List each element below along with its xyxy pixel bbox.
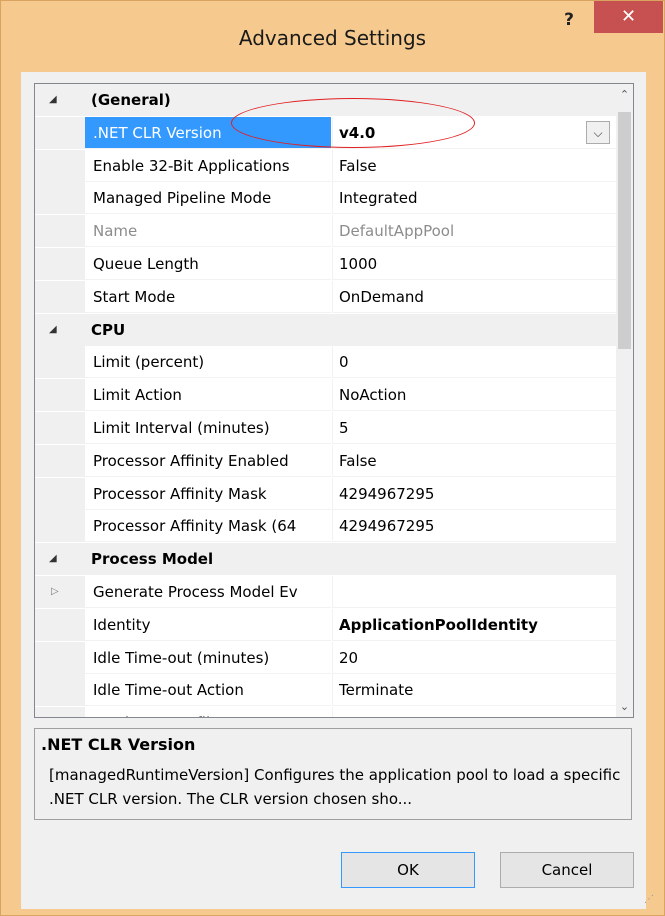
property-name[interactable]: Limit (percent): [85, 346, 331, 379]
property-row[interactable]: Name DefaultAppPool: [35, 215, 616, 248]
description-title: .NET CLR Version: [41, 735, 196, 754]
collapse-arrow-icon[interactable]: ◢: [49, 84, 57, 116]
property-value[interactable]: False: [332, 444, 616, 477]
property-name[interactable]: Start Mode: [85, 281, 331, 313]
collapse-arrow-icon[interactable]: ◢: [49, 543, 57, 575]
property-name[interactable]: Processor Affinity Mask (64: [85, 510, 331, 543]
property-name[interactable]: Idle Time-out Action: [85, 674, 331, 707]
property-value[interactable]: 20: [332, 641, 616, 674]
category-row[interactable]: ◢ Process Model: [35, 543, 616, 576]
property-row[interactable]: Start Mode OnDemand: [35, 280, 616, 313]
property-row[interactable]: Enable 32-Bit Applications False: [35, 149, 616, 182]
help-button[interactable]: ?: [554, 5, 584, 35]
property-value[interactable]: 4294967295: [332, 477, 616, 510]
category-label: (General): [91, 91, 171, 109]
property-value[interactable]: Integrated: [332, 182, 616, 215]
advanced-settings-window: Advanced Settings ? ✕ ◢ (General) .NET CLR…: [0, 0, 665, 916]
property-value[interactable]: [332, 576, 616, 608]
row-gutter: [35, 674, 85, 707]
scroll-up-icon[interactable]: ⌃: [616, 86, 633, 103]
property-row[interactable]: Managed Pipeline Mode Integrated: [35, 182, 616, 215]
property-row[interactable]: Processor Affinity Enabled False: [35, 444, 616, 477]
row-gutter: [35, 215, 85, 248]
category-row[interactable]: ◢ CPU: [35, 313, 616, 346]
row-gutter: [35, 149, 85, 182]
property-value[interactable]: Terminate: [332, 674, 616, 707]
property-name[interactable]: Limit Action: [85, 379, 331, 412]
property-row[interactable]: Processor Affinity Mask 4294967295: [35, 477, 616, 510]
property-row[interactable]: Idle Time-out Action Terminate: [35, 674, 616, 707]
property-row[interactable]: .NET CLR Version v4.0 ⌵: [35, 116, 616, 149]
property-value[interactable]: False: [332, 149, 616, 182]
property-value[interactable]: OnDemand: [332, 280, 616, 313]
row-gutter: [35, 707, 85, 717]
property-name[interactable]: .NET CLR Version: [85, 116, 331, 149]
expand-arrow-icon[interactable]: ▷: [51, 576, 59, 608]
row-gutter: [35, 641, 85, 674]
property-name[interactable]: Name: [85, 215, 331, 248]
ok-button[interactable]: OK: [341, 852, 475, 888]
row-gutter: [35, 116, 85, 149]
dropdown-arrow-icon[interactable]: ⌵: [586, 120, 610, 144]
row-gutter: [35, 412, 85, 444]
close-button[interactable]: ✕: [594, 1, 663, 33]
property-value[interactable]: 4294967295: [332, 510, 616, 543]
property-value[interactable]: NoAction: [332, 379, 616, 412]
row-gutter: [35, 379, 85, 412]
property-row[interactable]: Limit (percent) 0: [35, 346, 616, 379]
property-name[interactable]: Managed Pipeline Mode: [85, 182, 331, 215]
property-name[interactable]: Queue Length: [85, 248, 331, 280]
row-gutter: [35, 346, 85, 379]
property-name[interactable]: Processor Affinity Enabled: [85, 445, 331, 477]
property-value[interactable]: DefaultAppPool: [332, 215, 616, 248]
property-name[interactable]: Limit Interval (minutes): [85, 412, 331, 444]
scrollbar-thumb[interactable]: [618, 112, 631, 349]
description-panel: .NET CLR Version [managedRuntimeVersion]…: [34, 728, 632, 820]
title-bar[interactable]: Advanced Settings ? ✕: [1, 1, 664, 71]
property-grid[interactable]: ◢ (General) .NET CLR Version v4.0 ⌵ Enable 32…: [34, 83, 634, 718]
row-gutter: [35, 608, 85, 641]
property-name[interactable]: Generate Process Model Ev: [85, 576, 331, 608]
property-row[interactable]: Limit Action NoAction: [35, 379, 616, 412]
vertical-scrollbar[interactable]: ⌃ ⌄: [616, 84, 633, 717]
property-value[interactable]: ApplicationPoolIdentity: [332, 608, 616, 641]
scroll-down-icon[interactable]: ⌄: [616, 698, 633, 715]
row-gutter: [35, 444, 85, 477]
property-name[interactable]: Enable 32-Bit Applications: [85, 150, 331, 182]
row-gutter: [35, 248, 85, 280]
row-gutter: [35, 182, 85, 215]
row-gutter: [35, 510, 85, 543]
property-value[interactable]: 1000: [332, 248, 616, 280]
row-gutter: [35, 477, 85, 510]
property-value[interactable]: 0: [332, 346, 616, 379]
property-name[interactable]: Processor Affinity Mask: [85, 478, 331, 510]
property-value[interactable]: True: [332, 707, 616, 717]
description-text: [managedRuntimeVersion] Configures the a…: [49, 766, 621, 808]
property-row[interactable]: Idle Time-out (minutes) 20: [35, 641, 616, 674]
property-value[interactable]: v4.0: [332, 116, 616, 149]
property-name[interactable]: Idle Time-out (minutes): [85, 642, 331, 674]
property-row[interactable]: Identity ApplicationPoolIdentity: [35, 608, 616, 641]
property-name[interactable]: Load User Profile: [85, 707, 331, 717]
property-row[interactable]: ▷ Generate Process Model Ev: [35, 576, 616, 608]
property-row[interactable]: Limit Interval (minutes) 5: [35, 412, 616, 444]
category-row[interactable]: ◢ (General): [35, 84, 616, 116]
property-row[interactable]: Queue Length 1000: [35, 248, 616, 280]
collapse-arrow-icon[interactable]: ◢: [49, 314, 57, 346]
property-row[interactable]: Processor Affinity Mask (64 4294967295: [35, 510, 616, 543]
category-label: Process Model: [91, 550, 214, 569]
cancel-button[interactable]: Cancel: [500, 852, 634, 888]
property-value[interactable]: 5: [332, 412, 616, 444]
row-gutter: [35, 280, 85, 313]
category-label: CPU: [91, 320, 126, 339]
property-row[interactable]: Load User ProfileTrue: [35, 707, 616, 717]
property-name[interactable]: Identity: [85, 609, 331, 641]
resize-grip-icon[interactable]: ⋰: [644, 894, 654, 905]
row-gutter: [35, 576, 85, 608]
